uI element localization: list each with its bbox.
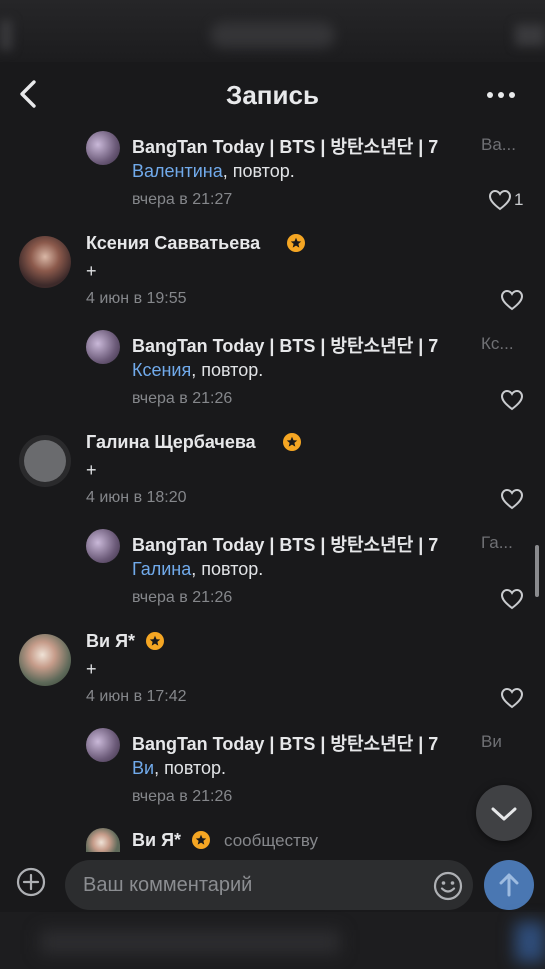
comment-text: + xyxy=(86,261,97,281)
chevron-down-icon xyxy=(491,807,517,821)
star-badge-icon xyxy=(192,831,210,849)
comment-text: Галина, повтор. xyxy=(132,559,263,580)
comment-time: 4 июн в 17:42 xyxy=(86,688,187,705)
more-horizontal-icon xyxy=(487,92,493,98)
mention-link[interactable]: Галина xyxy=(132,559,191,579)
bottom-blur xyxy=(0,912,545,969)
comment-time: вчера в 21:27 xyxy=(132,191,233,208)
comment-time: 4 июн в 18:20 xyxy=(86,489,187,506)
comment-text-rest: , повтор. xyxy=(154,758,227,778)
comment-text: Ви, повтор. xyxy=(132,758,226,779)
blur-shape xyxy=(40,930,340,954)
comment-input[interactable] xyxy=(65,860,473,910)
star-badge-icon xyxy=(283,433,301,451)
comment-text: Ксения, повтор. xyxy=(132,360,263,381)
comment-author[interactable]: Ви Я* xyxy=(86,631,135,652)
comment-text: + xyxy=(86,659,97,679)
comment-author[interactable]: BangTan Today | BTS | 방탄소년단 | 7 xyxy=(132,531,438,557)
heart-outline-icon xyxy=(500,588,524,610)
status-blur-right xyxy=(515,24,545,46)
avatar[interactable] xyxy=(86,131,120,165)
avatar[interactable] xyxy=(19,435,71,487)
blur-shape xyxy=(515,922,545,962)
comment-author[interactable]: Галина Щербачева xyxy=(86,432,256,453)
status-blur-left xyxy=(0,20,12,50)
mention-link[interactable]: Ксения xyxy=(132,360,191,380)
like-count: 1 xyxy=(514,190,524,209)
like-button[interactable] xyxy=(488,189,512,211)
like-button[interactable] xyxy=(500,488,524,510)
mention-link[interactable]: Ви xyxy=(132,758,154,778)
heart-outline-icon xyxy=(500,389,524,411)
comment-text-rest: , повтор. xyxy=(222,161,295,181)
more-dot xyxy=(509,92,515,98)
avatar-placeholder xyxy=(24,440,66,482)
heart-outline-icon xyxy=(488,189,512,211)
avatar[interactable] xyxy=(19,236,71,288)
reply-to: Кс... xyxy=(481,334,514,353)
reply-to: Га... xyxy=(481,533,513,552)
star-badge-icon xyxy=(287,234,305,252)
scrollbar[interactable] xyxy=(535,545,539,597)
like-button[interactable] xyxy=(500,687,524,709)
heart-outline-icon xyxy=(500,289,524,311)
comment-author[interactable]: BangTan Today | BTS | 방탄소년단 | 7 xyxy=(132,332,438,358)
mention-link[interactable]: Валентина xyxy=(132,161,223,181)
comment-time: вчера в 21:26 xyxy=(132,589,233,606)
send-button[interactable] xyxy=(484,860,534,910)
like-button[interactable] xyxy=(500,289,524,311)
avatar[interactable] xyxy=(86,529,120,563)
reply-to: Ви xyxy=(481,732,502,751)
avatar[interactable] xyxy=(86,330,120,364)
avatar[interactable] xyxy=(19,634,71,686)
heart-outline-icon xyxy=(500,488,524,510)
navigation-bar: Запись xyxy=(0,62,545,128)
like-button[interactable] xyxy=(500,389,524,411)
scroll-down-button[interactable] xyxy=(476,785,532,841)
comment-author[interactable]: Ксения Савватьева xyxy=(86,233,260,254)
page-title: Запись xyxy=(226,80,319,110)
avatar[interactable] xyxy=(86,728,120,762)
comment-author[interactable]: BangTan Today | BTS | 방탄소년단 | 7 xyxy=(132,730,438,756)
status-blur-title xyxy=(210,22,335,48)
avatar[interactable] xyxy=(86,828,120,852)
comment-author[interactable]: Ви Я* xyxy=(132,830,181,851)
status-bar xyxy=(0,0,545,62)
comment-composer xyxy=(0,852,545,912)
comment-author[interactable]: BangTan Today | BTS | 방탄소년단 | 7 xyxy=(132,133,438,159)
emoji-button[interactable] xyxy=(432,870,464,902)
comment-text: Валентина, повтор. xyxy=(132,161,295,182)
reply-to: Ва... xyxy=(481,135,516,154)
attach-button[interactable] xyxy=(16,867,46,897)
comment-text: + xyxy=(86,460,97,480)
comment-text-rest: , повтор. xyxy=(191,360,264,380)
comment-time: 4 июн в 19:55 xyxy=(86,290,187,307)
comment-text-rest: , повтор. xyxy=(191,559,264,579)
star-badge-icon xyxy=(146,632,164,650)
more-dot xyxy=(498,92,504,98)
more-button[interactable] xyxy=(487,92,517,100)
plus-circle-icon xyxy=(16,867,46,897)
comment-time: вчера в 21:26 xyxy=(132,788,233,805)
heart-outline-icon xyxy=(500,687,524,709)
comment-time: вчера в 21:26 xyxy=(132,390,233,407)
reply-to: сообществу xyxy=(224,831,319,850)
arrow-up-icon xyxy=(499,873,519,897)
like-button[interactable] xyxy=(500,588,524,610)
smile-icon xyxy=(433,871,463,901)
